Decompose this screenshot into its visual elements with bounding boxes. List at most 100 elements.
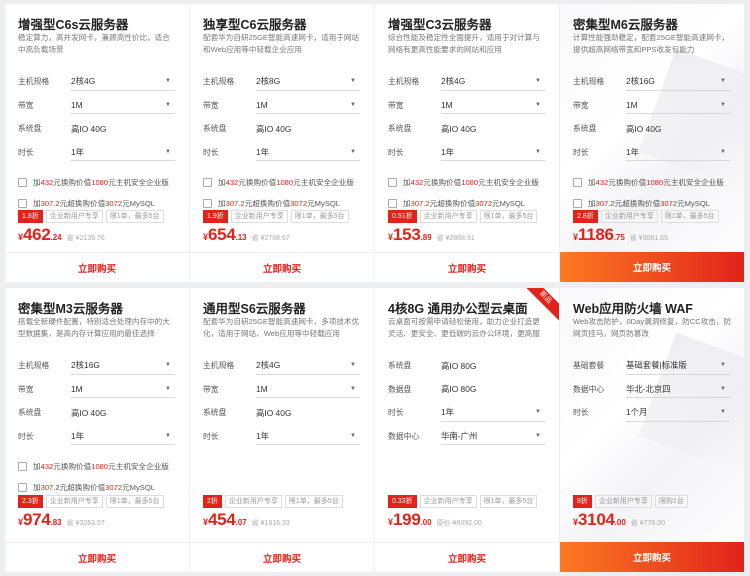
addon-text: 元超换购价值: [244, 199, 291, 208]
config-select[interactable]: 1年 ▼: [626, 143, 730, 162]
addon-value: 3072: [290, 199, 308, 208]
config-row: 系统盘 高IO 40G: [18, 401, 177, 425]
config-label: 基础套餐: [573, 361, 605, 371]
buy-now-button[interactable]: 立即购买: [560, 542, 744, 572]
config-row: 时长 1年 ▼: [573, 141, 732, 165]
checkbox[interactable]: [18, 199, 27, 208]
addon-options: 加 432 元换购价值 1080 元主机安全企业版加 307.2 元超换购价值 3072 元My…: [18, 456, 177, 498]
config-value: 2核4G: [256, 360, 281, 371]
buy-now-button[interactable]: 立即购买: [375, 252, 559, 282]
addon-options: 加 432 元换购价值 1080 元主机安全企业版加 307.2 元超换购价值 3072 元My…: [203, 172, 362, 214]
buy-now-button[interactable]: 立即购买: [190, 252, 374, 282]
addon-value: 3072: [660, 199, 678, 208]
addon-option[interactable]: 加 432 元换购价值 1080 元主机安全企业版: [18, 456, 177, 477]
config-select[interactable]: 1M ▼: [71, 96, 175, 115]
chevron-down-icon: ▼: [165, 432, 171, 439]
buy-now-button[interactable]: 立即购买: [190, 542, 374, 572]
config-select[interactable]: 1个月 ▼: [626, 404, 730, 422]
config-row: 基础套餐 基础套餐|标准版 ▼: [573, 354, 732, 378]
config-select[interactable]: 2核4G ▼: [71, 73, 175, 91]
config-row: 系统盘 高IO 40G: [203, 401, 362, 425]
checkbox[interactable]: [18, 178, 27, 187]
promo-tags: 2.8折 企业新用户专享 限1单，最多5台: [573, 210, 719, 223]
config-select[interactable]: 1年 ▼: [71, 143, 175, 162]
addon-option[interactable]: 加 432 元换购价值 1080 元主机安全企业版: [573, 172, 732, 193]
discount-badge: 1.8折: [18, 210, 43, 223]
addon-text: 元MySQL: [122, 483, 155, 492]
price-integer: 654: [208, 225, 236, 244]
config-value: 1M: [256, 383, 268, 394]
chevron-down-icon: ▼: [165, 385, 171, 392]
checkbox[interactable]: [203, 178, 212, 187]
config-select[interactable]: 1年 ▼: [441, 404, 545, 422]
addon-text: 元换购价值: [423, 178, 462, 187]
config-row: 系统盘 高IO 40G: [573, 117, 732, 141]
chevron-down-icon: ▼: [535, 101, 541, 108]
addon-price: 307.2: [40, 483, 60, 492]
product-grid: 增强型C6s云服务器 稳定算力，高并发网卡，兼顾高性价比，适合中高负载场景 主机规格…: [5, 4, 745, 572]
config-select[interactable]: 1M ▼: [256, 96, 360, 115]
config-value: 2核4G: [71, 76, 96, 87]
config-select[interactable]: 华南-广州 ▼: [441, 427, 545, 446]
config-label: 带宽: [203, 100, 219, 110]
saving-text: 省 ¥2135.76: [66, 235, 105, 242]
checkbox[interactable]: [388, 178, 397, 187]
config-fields: 主机规格 2核16G ▼ 带宽 1M ▼ 系统盘 高IO 40G 时长 1年 ▼: [18, 354, 177, 448]
addon-price: 307.2: [225, 199, 245, 208]
addon-text: 加: [33, 199, 41, 208]
addon-option[interactable]: 加 432 元换购价值 1080 元主机安全企业版: [18, 172, 177, 193]
card-body: 独享型C6云服务器 配套华为自研25GE智能高速网卡，适用于网站和Web应用等中轻…: [190, 4, 374, 252]
addon-option[interactable]: 加 432 元换购价值 1080 元主机安全企业版: [203, 172, 362, 193]
config-select[interactable]: 1M ▼: [441, 96, 545, 115]
promo-tags: 1.8折 企业新用户专享 限1单，最多5台: [18, 210, 164, 223]
buy-now-button[interactable]: 立即购买: [5, 542, 189, 572]
config-select[interactable]: 2核16G ▼: [626, 73, 730, 91]
checkbox[interactable]: [573, 199, 582, 208]
checkbox[interactable]: [388, 199, 397, 208]
config-select[interactable]: 2核4G ▼: [256, 357, 360, 375]
config-select[interactable]: 1M ▼: [71, 380, 175, 399]
checkbox[interactable]: [18, 483, 27, 492]
addon-text: 元换购价值: [53, 178, 92, 187]
config-select[interactable]: 2核16G ▼: [71, 357, 175, 375]
config-fields: 主机规格 2核4G ▼ 带宽 1M ▼ 系统盘 高IO 40G 时长 1年 ▼: [388, 70, 547, 164]
config-value: 2核4G: [441, 76, 466, 87]
config-select[interactable]: 1年 ▼: [71, 427, 175, 446]
config-select[interactable]: 1M ▼: [256, 380, 360, 399]
product-card: 密集型M6云服务器 计算性能强劲稳定，配套25GE智能高速网卡，提供超高网络带宽和…: [560, 4, 744, 282]
config-value: 2核16G: [71, 360, 100, 371]
checkbox[interactable]: [18, 462, 27, 471]
buy-now-button[interactable]: 立即购买: [5, 252, 189, 282]
config-value: 华南-广州: [441, 430, 478, 441]
config-select[interactable]: 2核8G ▼: [256, 73, 360, 91]
buy-now-button[interactable]: 立即购买: [375, 542, 559, 572]
config-select[interactable]: 1年 ▼: [256, 427, 360, 446]
config-fields: 主机规格 2核4G ▼ 带宽 1M ▼ 系统盘 高IO 40G 时长 1年 ▼: [203, 354, 362, 448]
config-value: 华北-北京四: [626, 383, 671, 394]
chevron-down-icon: ▼: [720, 385, 726, 392]
promo-tags: 0.33折 企业新用户专享 限1单，最多5台: [388, 495, 538, 508]
config-select[interactable]: 1年 ▼: [256, 143, 360, 162]
config-select[interactable]: 1M ▼: [626, 96, 730, 115]
chevron-down-icon: ▼: [720, 148, 726, 155]
price: ¥1186.75 省 ¥3061.65: [573, 225, 668, 245]
config-value: 1年: [71, 430, 85, 441]
config-select[interactable]: 华北-北京四 ▼: [626, 380, 730, 399]
buy-now-button[interactable]: 立即购买: [560, 252, 744, 282]
addon-price: 432: [225, 178, 239, 187]
checkbox[interactable]: [203, 199, 212, 208]
promo-tag: 限1单，最多5台: [105, 210, 164, 223]
checkbox[interactable]: [573, 178, 582, 187]
config-row: 系统盘 高IO 40G: [203, 117, 362, 141]
price-integer: 199: [393, 510, 421, 529]
discount-badge: 2.8折: [573, 210, 598, 223]
addon-option[interactable]: 加 432 元换购价值 1080 元主机安全企业版: [388, 172, 547, 193]
config-label: 时长: [18, 147, 34, 157]
config-select[interactable]: 1年 ▼: [441, 143, 545, 162]
config-fields: 主机规格 2核16G ▼ 带宽 1M ▼ 系统盘 高IO 40G 时长 1年 ▼: [573, 70, 732, 164]
config-select[interactable]: 2核4G ▼: [441, 73, 545, 91]
config-select[interactable]: 基础套餐|标准版 ▼: [626, 357, 730, 375]
price: ¥462.24 省 ¥2135.76: [18, 225, 105, 245]
config-value: 高IO 40G: [441, 123, 477, 134]
addon-text: 元MySQL: [492, 199, 525, 208]
